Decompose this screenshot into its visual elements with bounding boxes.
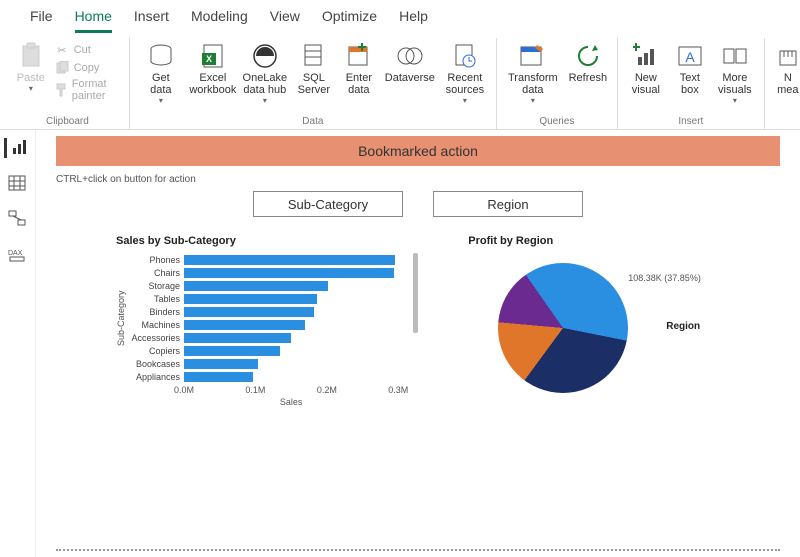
menu-view[interactable]: View <box>270 8 300 30</box>
svg-text:DAX: DAX <box>8 250 23 257</box>
measure-icon <box>774 42 800 70</box>
pie-chart-title: Profit by Region <box>468 235 780 247</box>
group-clipboard: Paste ▾ ✂ Cut Copy Form <box>6 38 130 129</box>
bar-row: Machines <box>126 318 408 331</box>
more-visuals-button[interactable]: Morevisuals▾ <box>714 42 756 105</box>
dax-view-icon[interactable]: DAX <box>8 246 28 266</box>
sql-server-button[interactable]: SQLServer <box>294 42 334 96</box>
textbox-icon: A <box>676 42 704 70</box>
bar-row: Accessories <box>126 331 408 344</box>
region-button[interactable]: Region <box>433 191 583 217</box>
onelake-button[interactable]: OneLakedata hub▾ <box>242 42 288 105</box>
cut-button[interactable]: ✂ Cut <box>54 42 121 58</box>
pie-label-west: 108.38K (37.85%) <box>628 273 701 283</box>
recent-sources-button[interactable]: Recentsources▾ <box>442 42 488 105</box>
report-view-icon[interactable] <box>4 138 24 158</box>
group-label-data: Data <box>302 116 323 127</box>
ribbon: Paste ▾ ✂ Cut Copy Form <box>0 38 800 130</box>
bar-row: Appliances <box>126 370 408 383</box>
transform-icon <box>519 42 547 70</box>
svg-text:X: X <box>206 54 212 64</box>
transform-data-button[interactable]: Transformdata▾ <box>505 42 561 105</box>
paintbrush-icon <box>54 82 68 98</box>
bar-xlabel: Sales <box>174 397 408 407</box>
group-insert: Newvisual A Textbox Morevisuals▾ Insert <box>618 38 765 129</box>
new-measure-button[interactable]: Nmea <box>773 42 800 96</box>
enter-data-button[interactable]: Enterdata <box>340 42 378 96</box>
format-painter-button[interactable]: Format painter <box>54 78 121 102</box>
cylinder-icon <box>147 42 175 70</box>
clipboard-icon <box>17 42 45 70</box>
menu-help[interactable]: Help <box>399 8 428 30</box>
hint-text: CTRL+click on button for action <box>56 174 780 185</box>
scissors-icon: ✂ <box>54 42 70 58</box>
bar-row: Binders <box>126 305 408 318</box>
bar-row: Copiers <box>126 344 408 357</box>
refresh-button[interactable]: Refresh <box>567 42 609 84</box>
group-data: Getdata▾ X Excelworkbook OneLakedata hub… <box>130 38 497 129</box>
chart-scrollbar[interactable] <box>413 253 418 333</box>
get-data-button[interactable]: Getdata▾ <box>138 42 184 105</box>
pie-legend: Region <box>666 321 700 336</box>
menu-file[interactable]: File <box>30 8 53 30</box>
text-box-button[interactable]: A Textbox <box>672 42 708 96</box>
menu-insert[interactable]: Insert <box>134 8 169 30</box>
pie-graphic <box>498 263 628 393</box>
copy-button[interactable]: Copy <box>54 60 121 76</box>
pie-chart[interactable]: Profit by Region 108.38K (37.85%) Region <box>468 235 780 407</box>
excel-workbook-button[interactable]: X Excelworkbook <box>190 42 236 96</box>
model-view-icon[interactable] <box>8 210 28 230</box>
more-visuals-icon <box>721 42 749 70</box>
excel-icon: X <box>199 42 227 70</box>
group-label-insert: Insert <box>678 116 703 127</box>
sql-icon <box>300 42 328 70</box>
enter-data-icon <box>345 42 373 70</box>
group-label-clipboard: Clipboard <box>46 116 89 127</box>
bookmarked-banner[interactable]: Bookmarked action <box>56 136 780 166</box>
table-view-icon[interactable] <box>8 174 28 194</box>
bar-chart-title: Sales by Sub-Category <box>116 235 408 247</box>
bar-row: Chairs <box>126 266 408 279</box>
dataverse-button[interactable]: Dataverse <box>384 42 436 84</box>
sub-category-button[interactable]: Sub-Category <box>253 191 403 217</box>
menu-modeling[interactable]: Modeling <box>191 8 248 30</box>
bar-row: Storage <box>126 279 408 292</box>
bar-row: Tables <box>126 292 408 305</box>
bar-chart[interactable]: Sales by Sub-Category Sub-Category Phone… <box>116 235 408 407</box>
canvas-bottom-border <box>56 549 780 551</box>
menubar: File Home Insert Modeling View Optimize … <box>0 0 800 38</box>
onelake-icon <box>251 42 279 70</box>
svg-text:A: A <box>685 49 695 65</box>
copy-icon <box>54 60 70 76</box>
paste-button[interactable]: Paste ▾ <box>14 42 48 93</box>
report-canvas[interactable]: Bookmarked action CTRL+click on button f… <box>36 130 800 557</box>
new-visual-button[interactable]: Newvisual <box>626 42 666 96</box>
group-label-queries: Queries <box>539 116 574 127</box>
left-view-rail: DAX <box>0 130 36 557</box>
menu-optimize[interactable]: Optimize <box>322 8 377 30</box>
group-truncated: Nmea <box>765 38 800 129</box>
recent-icon <box>451 42 479 70</box>
group-queries: Transformdata▾ Refresh Queries <box>497 38 618 129</box>
dataverse-icon <box>396 42 424 70</box>
bar-row: Bookcases <box>126 357 408 370</box>
menu-home[interactable]: Home <box>75 8 112 33</box>
refresh-icon <box>574 42 602 70</box>
bar-ylabel: Sub-Category <box>116 253 126 383</box>
chart-plus-icon <box>632 42 660 70</box>
bar-row: Phones <box>126 253 408 266</box>
